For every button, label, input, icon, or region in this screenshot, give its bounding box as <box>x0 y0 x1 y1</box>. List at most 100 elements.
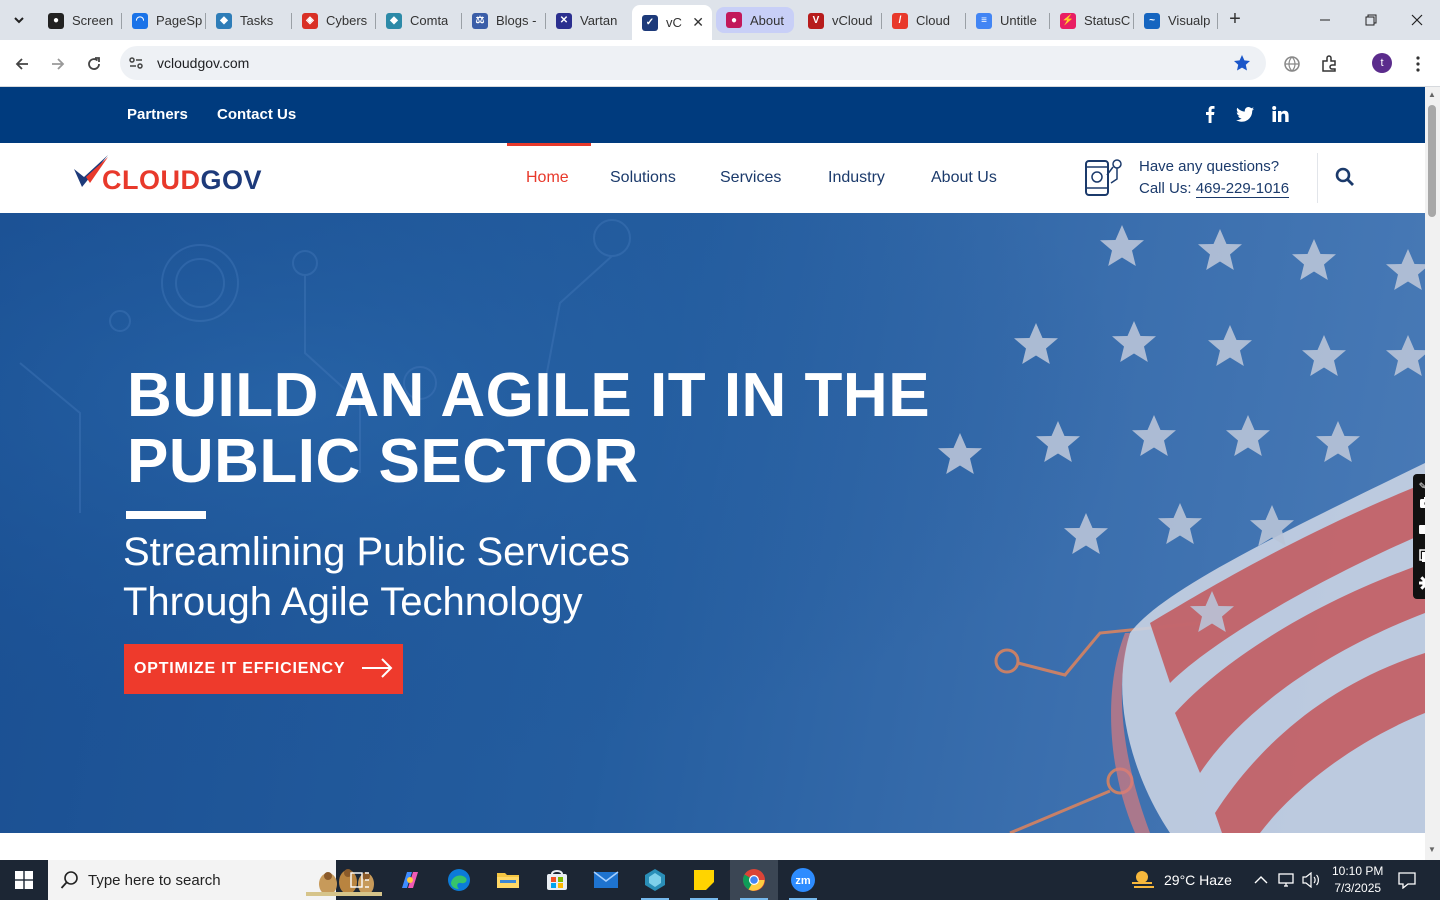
facebook-icon[interactable] <box>1200 104 1220 124</box>
chrome-icon <box>743 869 765 891</box>
notification-icon <box>1398 872 1416 889</box>
tab-vcloud[interactable]: VvCloud <box>798 5 882 36</box>
tab-visualping[interactable]: ~ Visualp <box>1134 5 1218 36</box>
hero-title: BUILD AN AGILE IT IN THE PUBLIC SECTOR <box>127 363 930 495</box>
microsoft-store-app[interactable] <box>533 860 581 900</box>
notifications-button[interactable] <box>1398 860 1416 900</box>
tab-screen[interactable]: ● Screen <box>38 5 122 36</box>
tab-close-icon[interactable]: ✕ <box>692 14 704 31</box>
svg-text:zm: zm <box>795 875 811 887</box>
tab-about[interactable]: ● About <box>716 7 794 33</box>
menu-home[interactable]: Home <box>526 169 569 187</box>
chrome-app[interactable] <box>730 860 778 900</box>
tab-favicon: ◠ <box>132 12 148 29</box>
tab-favicon: ≡ <box>976 12 992 29</box>
linkedin-icon[interactable] <box>1270 104 1290 124</box>
zoom-icon: zm <box>791 868 815 892</box>
mail-icon <box>593 871 619 888</box>
haze-weather-icon <box>1132 871 1154 888</box>
profile-avatar[interactable]: t <box>1372 53 1392 73</box>
scroll-down-icon[interactable]: ▼ <box>1428 845 1436 854</box>
scroll-up-icon[interactable]: ▲ <box>1428 90 1436 99</box>
sticky-notes-app[interactable] <box>680 860 728 900</box>
tab-comta[interactable]: ◆ Comta <box>376 5 462 36</box>
contact-us-link[interactable]: Contact Us <box>217 106 296 123</box>
browser-toolbar: vcloudgov.com <box>0 40 1440 87</box>
reload-button[interactable] <box>80 50 108 78</box>
zoom-app[interactable]: zm <box>779 860 827 900</box>
tab-active-vcloudgov[interactable]: ✓ vC ✕ <box>632 5 712 40</box>
edge-icon <box>448 869 470 891</box>
twitter-icon[interactable] <box>1235 104 1255 124</box>
tab-favicon: ⚖ <box>472 12 488 29</box>
browser-menu-icon[interactable] <box>1406 52 1430 76</box>
tab-favicon: ~ <box>1144 12 1160 29</box>
taskbar-search-placeholder: Type here to search <box>88 872 221 889</box>
menu-about-us[interactable]: About Us <box>931 169 997 187</box>
hero-flag-illustration <box>0 213 1425 833</box>
weather-text: 29°C Haze <box>1164 872 1232 888</box>
remote-desktop-app[interactable] <box>631 860 679 900</box>
address-bar[interactable]: vcloudgov.com <box>120 46 1266 80</box>
tab-search-button[interactable] <box>6 7 32 33</box>
tab-pagespeed[interactable]: ◠ PageSp <box>122 5 206 36</box>
taskbar-search-box[interactable]: Type here to search <box>48 860 382 900</box>
phone-support-icon <box>1083 157 1125 199</box>
network-status[interactable] <box>1278 860 1296 900</box>
new-tab-button[interactable]: + <box>1224 8 1246 30</box>
page-scrollbar[interactable]: ▲ ▼ <box>1425 87 1440 860</box>
forward-button[interactable] <box>44 50 72 78</box>
task-view-button[interactable] <box>336 860 384 900</box>
tab-cybers[interactable]: ◈ Cybers <box>292 5 376 36</box>
tab-untitled[interactable]: ≡ Untitle <box>966 5 1050 36</box>
site-search-icon[interactable] <box>1335 167 1355 192</box>
tab-status[interactable]: ⚡ StatusC <box>1050 5 1134 36</box>
tab-favicon: ◈ <box>302 12 318 29</box>
bookmark-star-icon[interactable] <box>1232 53 1252 78</box>
site-info-icon[interactable] <box>128 55 144 76</box>
minimize-icon <box>1320 19 1330 21</box>
optimize-it-efficiency-button[interactable]: OPTIMIZE IT EFFICIENCY <box>124 644 403 694</box>
website-viewport: Partners Contact Us CLOUDGOV Home Soluti… <box>0 87 1425 860</box>
clock-date: 7/3/2025 <box>1334 881 1382 895</box>
taskbar-clock[interactable]: 10:10 PM 7/3/2025 <box>1332 863 1383 897</box>
tab-favicon: ✓ <box>642 14 658 31</box>
copilot-icon <box>402 872 418 888</box>
translate-icon[interactable] <box>1280 52 1304 76</box>
url-text: vcloudgov.com <box>157 55 250 71</box>
tab-favicon: V <box>808 12 824 29</box>
copilot-app[interactable] <box>386 860 434 900</box>
speaker-icon <box>1302 872 1319 888</box>
tab-tasks[interactable]: ◆ Tasks <box>206 5 292 36</box>
show-hidden-icons-button[interactable] <box>1254 860 1268 900</box>
hero-title-line-2: PUBLIC SECTOR <box>127 427 639 496</box>
phone-number-link[interactable]: 469-229-1016 <box>1195 180 1290 198</box>
tab-favicon: ● <box>726 12 742 28</box>
scroll-thumb[interactable] <box>1428 105 1436 217</box>
menu-industry[interactable]: Industry <box>828 169 885 187</box>
menu-solutions[interactable]: Solutions <box>610 169 676 187</box>
tab-cloud[interactable]: / Cloud <box>882 5 966 36</box>
call-us-line: Call Us: 469-229-1016 <box>1139 180 1290 198</box>
hero-banner: BUILD AN AGILE IT IN THE PUBLIC SECTOR S… <box>0 213 1425 833</box>
back-button[interactable] <box>8 50 36 78</box>
network-icon <box>1278 873 1294 887</box>
file-explorer-app[interactable] <box>484 860 532 900</box>
browser-tab-strip: ● Screen ◠ PageSp ◆ Tasks ◈ Cybers ◆ Comta ⚖ B… <box>0 0 1440 40</box>
tab-vartan[interactable]: ✕ Vartan <box>546 5 632 36</box>
menu-services[interactable]: Services <box>720 169 781 187</box>
start-button[interactable] <box>0 860 48 900</box>
volume-control[interactable] <box>1302 860 1320 900</box>
restore-button[interactable] <box>1348 0 1394 40</box>
weather-widget[interactable]: 29°C Haze <box>1130 860 1232 900</box>
tab-favicon: ● <box>48 12 64 29</box>
close-window-button[interactable] <box>1394 0 1440 40</box>
partners-link[interactable]: Partners <box>127 106 188 123</box>
menu-active-indicator <box>507 143 591 146</box>
minimize-button[interactable] <box>1302 0 1348 40</box>
cloudgov-logo[interactable]: CLOUDGOV <box>72 155 272 199</box>
edge-app[interactable] <box>435 860 483 900</box>
extensions-icon[interactable] <box>1317 52 1341 76</box>
tab-blogs[interactable]: ⚖ Blogs - <box>462 5 546 36</box>
mail-app[interactable] <box>582 860 630 900</box>
